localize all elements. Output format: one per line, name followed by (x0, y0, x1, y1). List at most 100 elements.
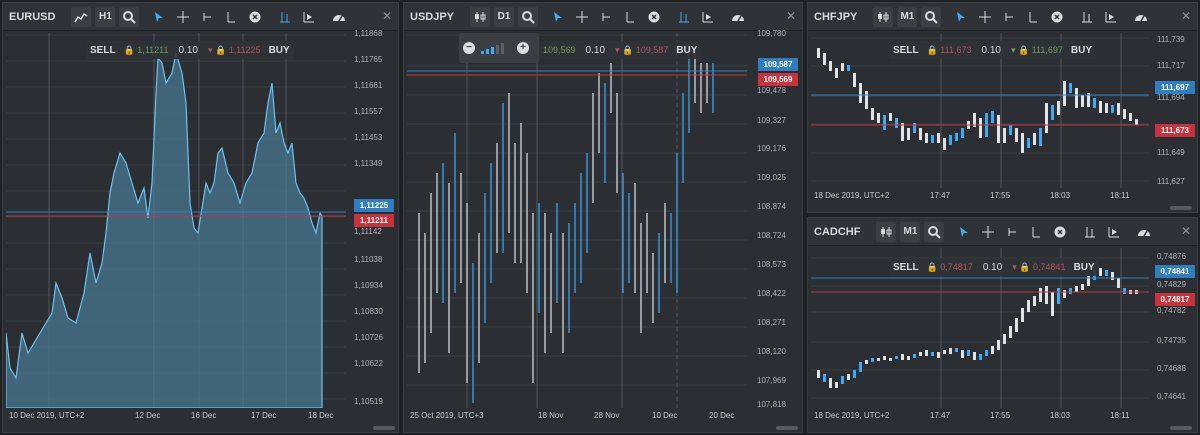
trade-panel: SELL 🔒 1,11211 0.10 ▾ 🔒 1,11225 BUY (86, 41, 294, 59)
cadchf-plot[interactable]: SELL 🔒 0,74817 0.10 ▾ 🔒 0,74841 BUY (811, 248, 1149, 408)
play-icon[interactable] (1104, 222, 1124, 242)
line-icon[interactable] (1023, 7, 1043, 27)
crosshair-icon[interactable] (978, 222, 998, 242)
x-label: 17:47 (930, 411, 951, 420)
trend-icon[interactable] (197, 7, 217, 27)
x-label: 17:55 (990, 191, 1011, 200)
usdjpy-toolbar: USDJPY D1 ✕ (404, 3, 802, 31)
quantity-field[interactable]: 0.10 (977, 262, 1008, 273)
timeframe-button[interactable]: H1 (95, 6, 116, 27)
timeframe-button[interactable]: M1 (897, 6, 918, 27)
buy-button[interactable]: BUY (265, 45, 294, 56)
panel-close-icon[interactable]: ✕ (786, 9, 796, 23)
zoom-icon[interactable] (518, 6, 539, 27)
play-icon[interactable] (299, 7, 319, 27)
zoom-icon[interactable] (119, 6, 140, 27)
zoom-icon[interactable] (921, 6, 942, 27)
symbol-label[interactable]: USDJPY (404, 11, 460, 23)
play-icon[interactable] (1101, 7, 1121, 27)
pointer-icon[interactable] (954, 222, 974, 242)
usdjpy-plot[interactable]: − + 109,569 0.10 ▾ 🔒 109,587 BUY (407, 33, 747, 408)
horizontal-scrollbar[interactable] (1170, 426, 1192, 430)
bid-price-tag: 1,11211 (354, 214, 394, 227)
zoom-out-icon[interactable]: − (463, 42, 475, 54)
horizontal-scrollbar[interactable] (1170, 206, 1192, 210)
price-axis[interactable]: 111,739 111,717 111,694 111,649 111,627 (1154, 33, 1197, 188)
bars-icon[interactable] (1080, 222, 1100, 242)
trend-icon[interactable] (596, 7, 616, 27)
buy-button[interactable]: BUY (1067, 45, 1096, 56)
bars-icon[interactable] (1077, 7, 1097, 27)
quantity-field[interactable]: 0.10 (580, 45, 611, 56)
symbol-label[interactable]: CADCHF (808, 226, 866, 238)
x-label: 25 Oct 2019, UTC+3 (410, 411, 484, 420)
horizontal-scrollbar[interactable] (373, 426, 395, 430)
crosshair-icon[interactable] (975, 7, 995, 27)
ask-price: ▾ 🔒 111,697 (1010, 44, 1063, 55)
pointer-icon[interactable] (149, 7, 169, 27)
sell-button[interactable]: SELL (86, 45, 120, 56)
buy-button[interactable]: BUY (1070, 262, 1099, 273)
trade-panel: SELL 🔒 111,673 0.10 ▾ 🔒 111,697 BUY (889, 41, 1097, 59)
panel-close-icon[interactable]: ✕ (1181, 224, 1191, 238)
x-label: 18:03 (1050, 411, 1071, 420)
price-axis[interactable]: 109,780 109,478 109,327 109,176 109,025 … (754, 29, 802, 409)
x-label: 18 Dec 2019, UTC+2 (814, 191, 890, 200)
zoom-level-icon (481, 43, 504, 54)
horizontal-scrollbar[interactable] (776, 426, 798, 430)
candles-icon[interactable] (470, 6, 491, 27)
bid-price: 🔒 0,74817 (926, 261, 973, 272)
eurusd-plot[interactable]: SELL 🔒 1,11211 0.10 ▾ 🔒 1,11225 BUY (5, 33, 346, 409)
x-label: 28 Nov (594, 411, 620, 420)
quantity-field[interactable]: 0.10 (975, 45, 1006, 56)
gauge-icon[interactable] (329, 7, 349, 27)
x-label: 20 Dec (709, 411, 735, 420)
zoom-icon[interactable] (924, 221, 945, 242)
x-label: 17:47 (930, 191, 951, 200)
candles-icon[interactable] (873, 6, 894, 27)
x-label: 16 Dec (191, 411, 217, 420)
x-label: 18 Nov (538, 411, 564, 420)
sell-button[interactable]: SELL (889, 45, 923, 56)
trade-panel: SELL 🔒 0,74817 0.10 ▾ 🔒 0,74841 BUY (889, 258, 1099, 276)
pointer-icon[interactable] (951, 7, 971, 27)
x-label: 18 Dec (308, 411, 334, 420)
sell-button[interactable]: SELL (889, 262, 923, 273)
trend-icon[interactable] (999, 7, 1019, 27)
trend-icon[interactable] (1002, 222, 1022, 242)
line-icon[interactable] (620, 7, 640, 27)
bars-icon[interactable] (275, 7, 295, 27)
crosshair-icon[interactable] (173, 7, 193, 27)
symbol-label[interactable]: CHFJPY (808, 11, 863, 23)
timeframe-button[interactable]: M1 (900, 221, 921, 242)
close-icon[interactable] (1050, 222, 1070, 242)
crosshair-icon[interactable] (572, 7, 592, 27)
play-icon[interactable] (698, 7, 718, 27)
candles-icon[interactable] (876, 221, 897, 242)
area-chart-icon[interactable] (71, 6, 92, 27)
panel-close-icon[interactable]: ✕ (1181, 9, 1191, 23)
bars-icon[interactable] (674, 7, 694, 27)
zoom-in-icon[interactable]: + (517, 42, 529, 54)
chfjpy-plot[interactable]: SELL 🔒 111,673 0.10 ▾ 🔒 111,697 BUY (811, 33, 1149, 188)
line-icon[interactable] (221, 7, 241, 27)
x-label: 18:11 (1110, 411, 1130, 420)
pointer-icon[interactable] (548, 7, 568, 27)
ask-price: ▾ 🔒 1,11225 (207, 44, 261, 55)
gauge-icon[interactable] (728, 7, 748, 27)
gauge-icon[interactable] (1131, 7, 1151, 27)
buy-button[interactable]: BUY (672, 45, 701, 56)
timeframe-button[interactable]: D1 (494, 6, 515, 27)
symbol-label[interactable]: EURUSD (3, 11, 61, 23)
quantity-field[interactable]: 0.10 (172, 45, 203, 56)
line-icon[interactable] (1026, 222, 1046, 242)
usdjpy-panel: USDJPY D1 ✕ − + 109,569 0.10 ▾ 🔒 109,587… (403, 2, 803, 433)
close-icon[interactable] (644, 7, 664, 27)
bid-price-tag: 111,673 (1155, 124, 1195, 137)
eurusd-area-chart (5, 33, 346, 409)
close-icon[interactable] (1047, 7, 1067, 27)
gauge-icon[interactable] (1134, 222, 1154, 242)
ask-price-tag: 109,587 (758, 58, 798, 71)
close-icon[interactable] (245, 7, 265, 27)
panel-close-icon[interactable]: ✕ (382, 9, 392, 23)
